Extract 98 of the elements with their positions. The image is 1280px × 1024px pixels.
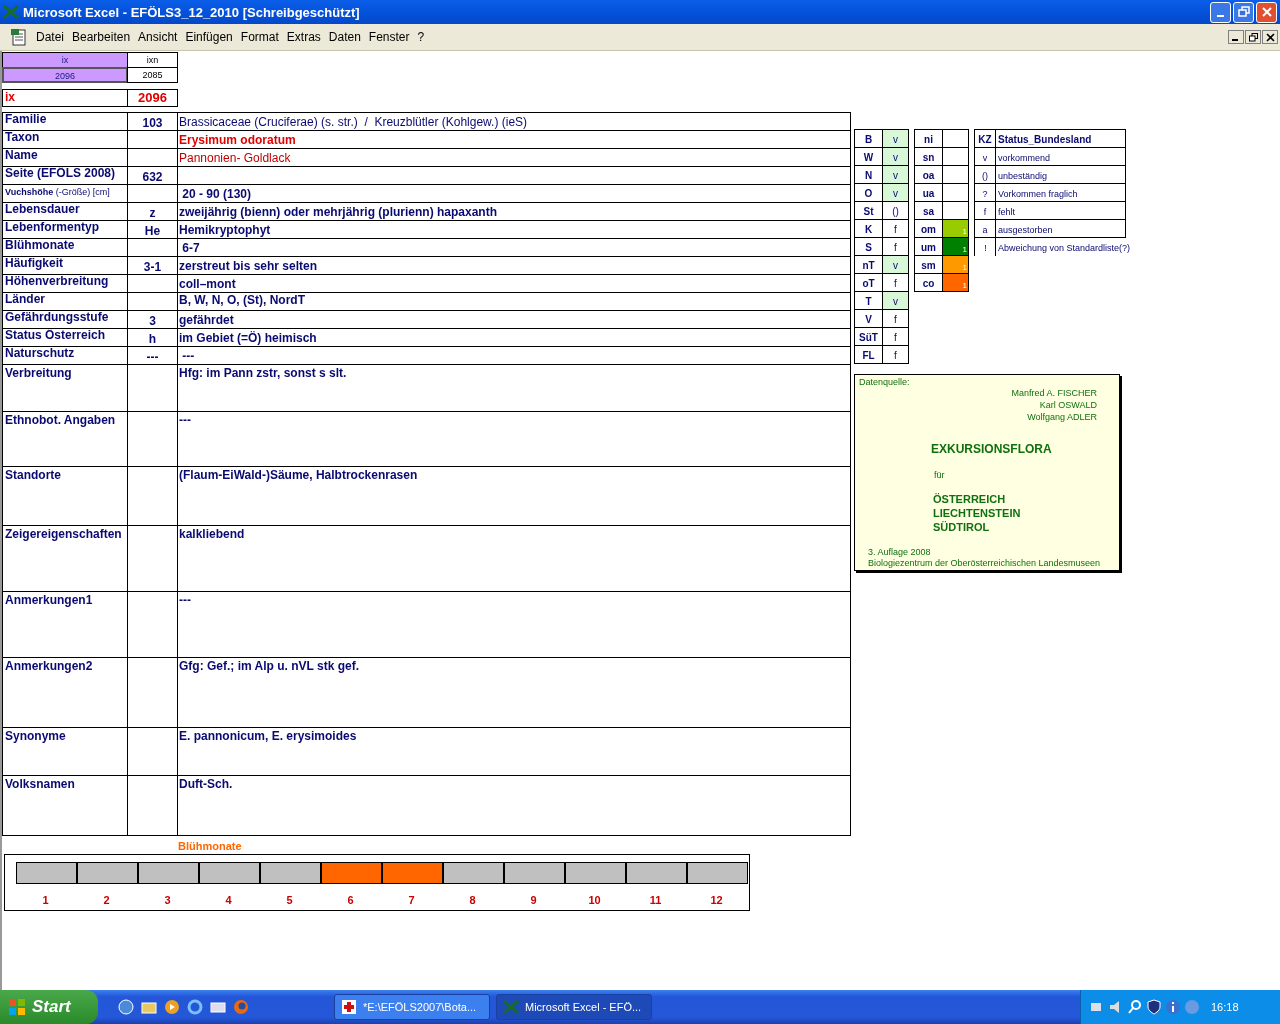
field-value: coll–mont: [177, 274, 851, 293]
table-cell: ix: [2, 89, 128, 107]
field-label: Volksnamen: [2, 775, 128, 836]
field-label: Familie: [2, 112, 128, 131]
field-value: (Flaum-EiWald-)Säume, Halbtrockenrasen: [177, 466, 851, 526]
shield-icon[interactable]: [1146, 999, 1162, 1015]
info-icon[interactable]: [1165, 999, 1181, 1015]
restore-icon: [1248, 32, 1258, 42]
publisher-text: Biologiezentrum der Oberösterreichischen Landesmuseen: [868, 557, 1102, 570]
author-name: Manfred A. FISCHER: [1011, 387, 1097, 399]
month-label: 6: [347, 894, 354, 906]
restore-icon: [1237, 6, 1250, 18]
menu-item[interactable]: Bearbeiten: [68, 30, 135, 44]
author-name: Wolfgang ADLER: [1027, 411, 1097, 423]
edition-text: 3. Auflage 2008: [868, 547, 932, 557]
menu-item[interactable]: Format: [236, 30, 283, 44]
globe-icon[interactable]: [118, 999, 134, 1015]
field-value: gefährdet: [177, 310, 851, 329]
book-title: EXKURSIONSFLORA: [931, 442, 1053, 456]
month-label: 5: [286, 894, 293, 906]
table-header: Status_Bundesland: [995, 129, 1126, 148]
field-value: im Gebiet (=Ö) heimisch: [177, 328, 851, 347]
menu-item[interactable]: Daten: [324, 30, 365, 44]
month-label: 10: [588, 894, 601, 906]
month-label: 2: [103, 894, 110, 906]
table-cell: ausgestorben: [995, 219, 1126, 238]
empty-swatch: [942, 129, 969, 148]
caption: Datenquelle:: [859, 377, 910, 387]
spreadsheet-icon: [3, 5, 19, 19]
table-cell: ix: [2, 52, 128, 68]
taskbar-button[interactable]: *E:\EFÖLS2007\Bota...: [334, 994, 490, 1020]
month-label: 4: [225, 894, 232, 906]
field-value: E. pannonicum, E. erysimoides: [177, 727, 851, 776]
field-value: Hemikryptophyt: [177, 220, 851, 239]
table-cell: 2085: [127, 67, 178, 83]
field-value: Erysimum odoratum: [177, 130, 851, 149]
field-value: ---: [177, 411, 851, 467]
region-name: ÖSTERREICH: [933, 492, 1007, 506]
browser-icon[interactable]: [233, 999, 249, 1015]
table-cell: ixn: [127, 52, 178, 68]
table-cell: ni: [914, 129, 943, 148]
table-cell: !: [974, 237, 996, 256]
field-value: Hfg: im Pann zstr, sonst s slt.: [177, 364, 851, 412]
field-value: Duft-Sch.: [177, 775, 851, 836]
month-label: 1: [42, 894, 49, 906]
menu-item[interactable]: Ansicht: [134, 30, 182, 44]
close-icon: [1265, 32, 1275, 42]
field-value: zerstreut bis sehr selten: [177, 256, 851, 275]
month-label: 3: [164, 894, 171, 906]
start-button[interactable]: Start: [0, 990, 98, 1024]
month-label: 8: [469, 894, 476, 906]
clock: 16:18: [1211, 1001, 1239, 1013]
table-cell: vorkommend: [995, 147, 1126, 166]
media-icon[interactable]: [164, 999, 180, 1015]
table-cell: fehlt: [995, 201, 1126, 220]
table-cell: FL: [854, 345, 883, 364]
field-value: kalkliebend: [177, 525, 851, 592]
menu-item[interactable]: Fenster: [364, 30, 414, 44]
field-value: B, W, N, O, (St), NordT: [177, 292, 851, 311]
table-header: KZ: [974, 129, 996, 148]
field-value: Brassicaceae (Cruciferae) (s. str.) / Kreuzblütler (Kohlgew.) (ieS): [177, 112, 851, 131]
caption: für: [934, 470, 946, 480]
table-cell: 2096: [127, 89, 178, 107]
month-label: 9: [530, 894, 537, 906]
minimize-button[interactable]: [1228, 30, 1244, 44]
field-value: Gfg: Gef.; im Alp u. nVL stk gef.: [177, 657, 851, 728]
close-button[interactable]: [1262, 30, 1278, 44]
browser-icon[interactable]: [187, 999, 203, 1015]
cross-icon: [341, 999, 357, 1015]
mail-icon[interactable]: [210, 999, 226, 1015]
table-cell: Vorkommen fraglich: [995, 183, 1126, 202]
month-label: 12: [710, 894, 723, 906]
field-value: zweijährig (bienn) oder mehrjährig (plurienn) hapaxanth: [177, 202, 851, 221]
restore-button[interactable]: [1245, 30, 1261, 44]
author-name: Karl OSWALD: [1039, 399, 1097, 411]
menu-item[interactable]: ?: [413, 30, 429, 44]
folder-icon[interactable]: [141, 999, 157, 1015]
taskbar-button[interactable]: Microsoft Excel - EFÖ...: [496, 994, 652, 1020]
table-cell: f: [882, 345, 909, 364]
color-swatch: 1: [942, 273, 969, 292]
window-title: Microsoft Excel - EFÖLS3_12_2010 [Schreibgeschützt]: [23, 4, 360, 20]
windows-flag-icon: [8, 998, 26, 1016]
menu-item[interactable]: Einfügen: [181, 30, 237, 44]
field-value: Pannonien- Goldlack: [177, 148, 851, 167]
close-icon: [1260, 6, 1273, 18]
table-cell: unbeständig: [995, 165, 1126, 184]
region-name: LIECHTENSTEIN: [933, 506, 1022, 520]
document-icon[interactable]: [10, 28, 28, 46]
spreadsheet-icon: [503, 1000, 519, 1014]
chart-title: Blühmonate: [178, 840, 243, 854]
minimize-icon: [1217, 15, 1224, 17]
menu-item[interactable]: Datei: [32, 30, 68, 44]
menu-item[interactable]: Extras: [282, 30, 325, 44]
field-value: ---: [177, 591, 851, 658]
table-cell[interactable]: 2096: [2, 67, 128, 83]
month-label: 11: [649, 894, 662, 906]
month-label: 7: [408, 894, 415, 906]
region-name: SÜDTIROL: [933, 520, 991, 534]
